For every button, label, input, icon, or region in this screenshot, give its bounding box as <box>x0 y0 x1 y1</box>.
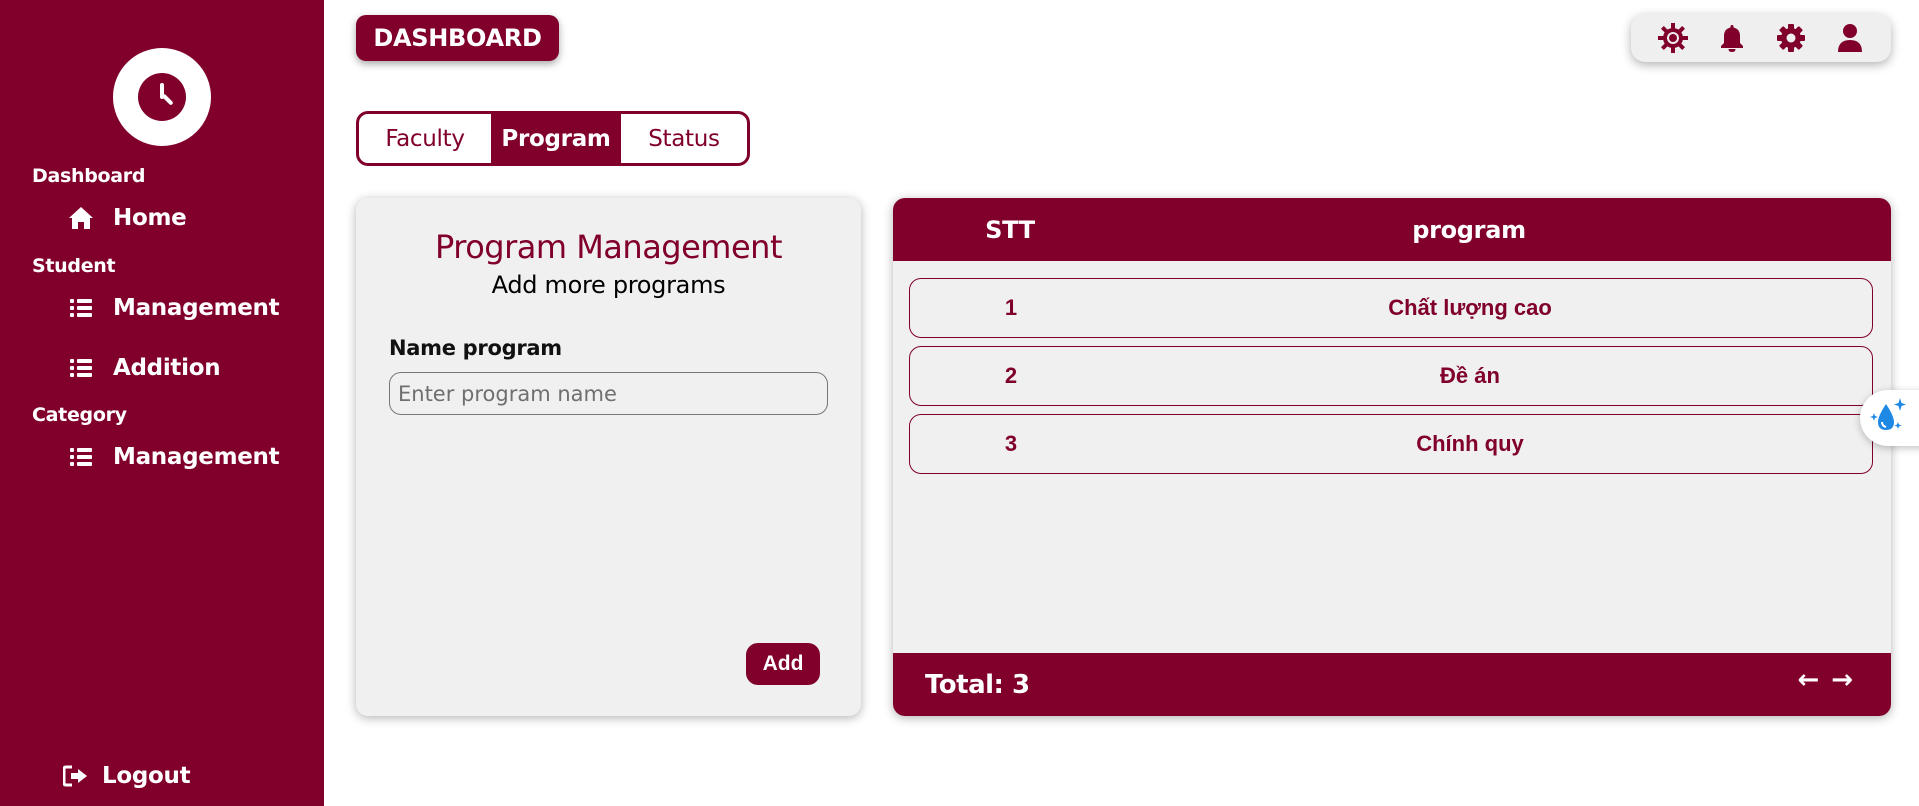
table-row[interactable]: 1 Chất lượng cao <box>909 278 1873 338</box>
name-program-label: Name program <box>389 336 562 360</box>
sidebar-item-label: Home <box>113 205 187 231</box>
logo[interactable] <box>113 48 211 146</box>
water-drop-sparkle-icon <box>1866 396 1910 440</box>
prev-page-arrow-icon[interactable]: ← <box>1797 665 1819 695</box>
row-stt: 2 <box>1004 363 1018 388</box>
list-icon <box>66 353 96 383</box>
sidebar-item-label: Management <box>113 295 280 321</box>
list-icon <box>66 442 96 472</box>
table-row[interactable]: 3 Chính quy <box>909 414 1873 474</box>
gear-icon[interactable] <box>1774 21 1808 55</box>
sidebar-item-home[interactable]: Home <box>66 200 187 236</box>
form-subtitle: Add more programs <box>491 271 726 299</box>
tab-status[interactable]: Status <box>621 114 747 163</box>
row-program: Chất lượng cao <box>1388 295 1552 320</box>
row-stt: 1 <box>1004 295 1018 320</box>
logout-icon <box>62 762 90 790</box>
column-header-program: program <box>1412 215 1526 244</box>
logout-button[interactable]: Logout <box>62 758 191 794</box>
sidebar-item-category-management[interactable]: Management <box>66 439 280 475</box>
next-page-arrow-icon[interactable]: → <box>1831 665 1853 695</box>
table-row[interactable]: 2 Đề án <box>909 346 1873 406</box>
sidebar-section-dashboard: Dashboard <box>32 165 146 187</box>
row-program: Chính quy <box>1416 431 1524 456</box>
sidebar-item-label: Management <box>113 444 280 470</box>
home-icon <box>66 203 96 233</box>
tab-program[interactable]: Program <box>491 114 621 163</box>
table-header: STT program <box>893 198 1891 261</box>
app: Dashboard Home Student Management Additi… <box>0 0 1919 806</box>
total-count: Total: 3 <box>925 669 1030 700</box>
sidebar-item-student-management[interactable]: Management <box>66 290 280 326</box>
sidebar-section-category: Category <box>32 404 127 426</box>
row-stt: 3 <box>1004 431 1018 456</box>
dashboard-button[interactable]: DASHBOARD <box>356 15 559 61</box>
bell-icon[interactable] <box>1715 21 1749 55</box>
floating-assistant-widget[interactable] <box>1860 390 1919 446</box>
user-icon[interactable] <box>1833 21 1867 55</box>
form-title: Program Management <box>435 228 782 266</box>
table-footer: Total: 3 ← → <box>893 653 1891 716</box>
list-icon <box>66 293 96 323</box>
top-icon-bar <box>1631 14 1891 62</box>
add-button[interactable]: Add <box>746 643 820 685</box>
sidebar-item-label: Addition <box>113 355 221 381</box>
sidebar-section-student: Student <box>32 255 116 277</box>
tab-faculty[interactable]: Faculty <box>359 114 491 163</box>
column-header-stt: STT <box>985 215 1035 244</box>
program-form-card: Program Management Add more programs Nam… <box>356 198 861 716</box>
sidebar: Dashboard Home Student Management Additi… <box>0 0 324 806</box>
program-table: STT program 1 Chất lượng cao 2 Đề án 3 C… <box>893 198 1891 716</box>
theme-toggle-icon[interactable] <box>1656 21 1690 55</box>
sidebar-item-student-addition[interactable]: Addition <box>66 350 221 386</box>
row-program: Đề án <box>1440 363 1500 388</box>
program-name-input[interactable] <box>389 372 828 415</box>
logout-label: Logout <box>102 763 191 789</box>
clock-icon <box>138 73 186 121</box>
tab-bar: Faculty Program Status <box>356 111 750 166</box>
pagination: ← → <box>1797 665 1853 695</box>
